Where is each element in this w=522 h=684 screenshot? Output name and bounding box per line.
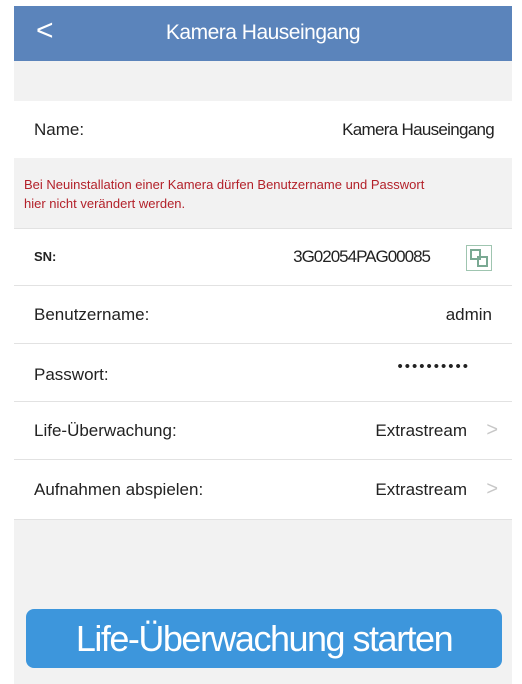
qr-code-icon[interactable]: [466, 245, 492, 271]
start-live-view-button[interactable]: Life-Überwachung starten: [26, 609, 502, 668]
live-view-value[interactable]: Extrastream: [375, 421, 467, 441]
chevron-right-icon[interactable]: >: [486, 478, 498, 501]
page-title: Kamera Hauseingang: [165, 21, 361, 44]
sn-value: 3G02054PAG00085: [293, 247, 431, 266]
live-view-row[interactable]: Life-Überwachung: Extrastream >: [14, 402, 512, 460]
username-row[interactable]: Benutzername: admin: [14, 286, 512, 344]
header-bar: < Kamera Hauseingang: [14, 6, 512, 61]
name-value[interactable]: Kamera Hauseingang: [342, 120, 495, 140]
password-value[interactable]: ••••••••••: [397, 358, 470, 375]
name-row[interactable]: Name: Kamera Hauseingang: [14, 101, 512, 159]
live-view-label: Life-Überwachung:: [34, 421, 177, 440]
sn-label: SN:: [34, 249, 57, 264]
name-label: Name:: [34, 120, 85, 139]
playback-label: Aufnahmen abspielen:: [34, 480, 204, 499]
password-row[interactable]: Passwort: ••••••••••: [14, 344, 512, 402]
sn-row: SN: 3G02054PAG00085: [14, 229, 512, 286]
notice-text: Bei Neuinstallation einer Kamera dürfen …: [24, 177, 425, 211]
username-value[interactable]: admin: [446, 305, 492, 325]
notice-box: Bei Neuinstallation einer Kamera dürfen …: [14, 158, 512, 229]
password-label: Passwort:: [34, 365, 109, 384]
playback-row[interactable]: Aufnahmen abspielen: Extrastream >: [14, 460, 512, 520]
section-spacer: [14, 61, 512, 102]
username-label: Benutzername:: [34, 305, 150, 324]
playback-value[interactable]: Extrastream: [375, 480, 467, 500]
chevron-right-icon[interactable]: >: [486, 419, 498, 442]
